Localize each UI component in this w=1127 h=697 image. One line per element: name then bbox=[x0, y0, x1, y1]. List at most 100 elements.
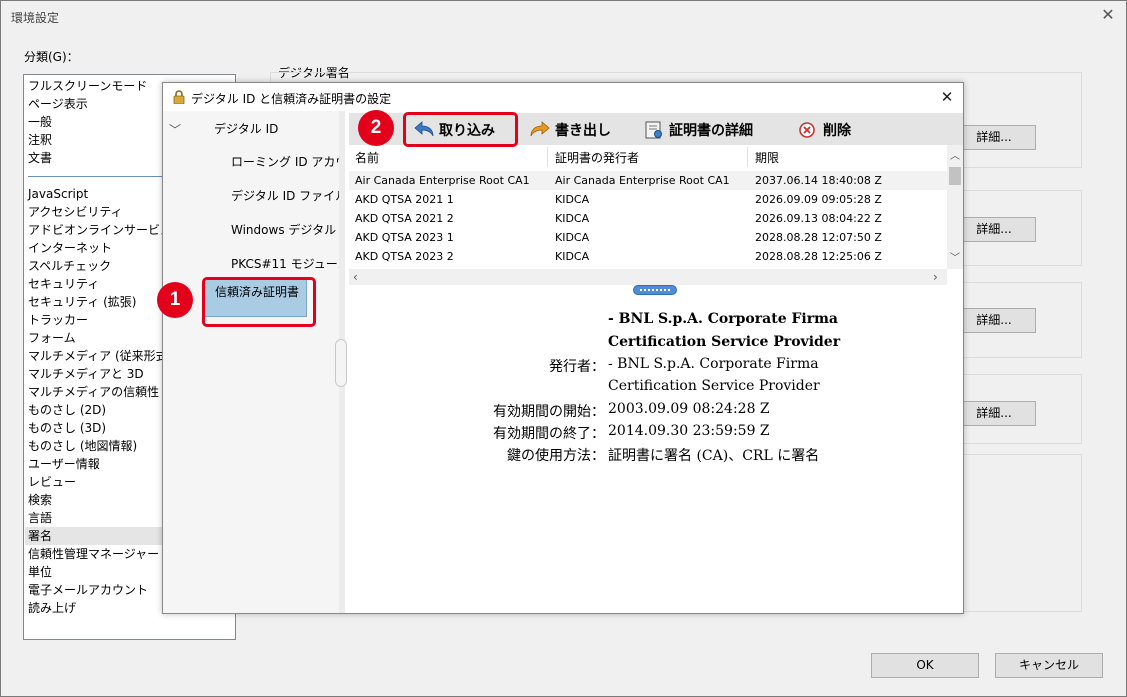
splitter-grip-dots bbox=[640, 289, 670, 291]
ok-button[interactable]: OK bbox=[871, 653, 979, 678]
close-icon[interactable]: ✕ bbox=[937, 87, 957, 107]
window-title: 環境設定 bbox=[11, 11, 60, 25]
detail-button[interactable]: 詳細... bbox=[952, 217, 1036, 242]
close-icon[interactable]: ✕ bbox=[1098, 5, 1118, 25]
table-row[interactable]: AKD QTSA 2023 2 KIDCA 2028.08.28 12:25:06 … bbox=[349, 247, 947, 266]
dialog-titlebar: デジタル ID と信頼済み証明書の設定 ✕ bbox=[163, 83, 963, 111]
table-row[interactable]: AKD QTSA 2023 1 KIDCA 2028.08.28 12:07:50 … bbox=[349, 228, 947, 247]
subject-line-1: - BNL S.p.A. Corporate Firma bbox=[608, 311, 838, 327]
callout-2: 2 bbox=[358, 110, 394, 146]
table-cell: KIDCA bbox=[555, 250, 590, 263]
scroll-down-icon[interactable]: ﹀ bbox=[950, 249, 960, 264]
category-item[interactable]: 信頼性管理マネージャー bbox=[28, 545, 159, 563]
category-item[interactable]: 電子メールアカウント bbox=[28, 581, 148, 599]
id-tree: ﹀ デジタル ID ローミング ID アカウン デジタル ID ファイル Win… bbox=[163, 111, 339, 613]
category-label: 分類(G)： bbox=[24, 50, 79, 64]
table-cell: AKD QTSA 2021 2 bbox=[355, 212, 454, 225]
table-cell: KIDCA bbox=[555, 193, 590, 206]
tree-item-digital-id-file[interactable]: デジタル ID ファイル bbox=[231, 187, 339, 204]
category-item[interactable]: ものさし (2D) bbox=[28, 401, 106, 419]
certificate-details-label: 証明書の詳細 bbox=[669, 123, 753, 139]
lock-icon bbox=[173, 90, 185, 104]
tree-item-roaming-id[interactable]: ローミング ID アカウン bbox=[231, 153, 339, 170]
certificate-icon bbox=[645, 121, 662, 139]
valid-to-key: 有効期間の終了： bbox=[493, 426, 605, 442]
valid-from-value: 2003.09.09 08:24:28 Z bbox=[608, 401, 770, 417]
category-item[interactable]: 読み上げ bbox=[28, 599, 76, 617]
table-row[interactable]: AKD QTSA 2021 2 KIDCA 2026.09.13 08:04:22 … bbox=[349, 209, 947, 228]
detail-button[interactable]: 詳細... bbox=[952, 125, 1036, 150]
category-item[interactable]: マルチメディア (従来形式) bbox=[28, 347, 172, 365]
tree-item-windows-digital-id[interactable]: Windows デジタル II bbox=[231, 221, 339, 238]
category-item[interactable]: 文書 bbox=[28, 149, 52, 167]
category-item[interactable]: 注釈 bbox=[28, 131, 52, 149]
key-usage-value: 証明書に署名 (CA)、CRL に署名 bbox=[608, 448, 820, 464]
table-cell: KIDCA bbox=[555, 231, 590, 244]
chevron-down-icon[interactable]: ﹀ bbox=[169, 121, 181, 138]
category-item[interactable]: 言語 bbox=[28, 509, 52, 527]
column-header-name[interactable]: 名前 bbox=[355, 149, 379, 167]
category-item[interactable]: ものさし (3D) bbox=[28, 419, 106, 437]
key-usage-key: 鍵の使用方法： bbox=[507, 448, 605, 464]
scroll-right-icon[interactable]: › bbox=[933, 270, 938, 284]
category-item[interactable]: フォーム bbox=[28, 329, 76, 347]
delete-button[interactable]: 削除 bbox=[797, 117, 851, 143]
scroll-up-icon[interactable]: ︿ bbox=[950, 147, 960, 162]
category-item[interactable]: インターネット bbox=[28, 239, 112, 257]
tree-item-digital-id[interactable]: デジタル ID bbox=[214, 120, 278, 137]
column-separator[interactable] bbox=[747, 147, 748, 167]
category-item[interactable]: 単位 bbox=[28, 563, 52, 581]
table-row[interactable]: Air Canada Enterprise Root CA1 Air Canada… bbox=[349, 171, 947, 190]
table-cell: 2037.06.14 18:40:08 Z bbox=[755, 174, 882, 187]
delete-icon bbox=[799, 122, 815, 138]
category-item[interactable]: アクセシビリティ bbox=[28, 203, 123, 221]
vertical-scrollbar[interactable]: ︿ ﹀ bbox=[947, 145, 963, 269]
table-row[interactable]: AKD QTSA 2021 1 KIDCA 2026.09.09 09:05:28 … bbox=[349, 190, 947, 209]
delete-label: 削除 bbox=[823, 123, 851, 139]
table-cell: 2028.08.28 12:07:50 Z bbox=[755, 231, 882, 244]
category-item[interactable]: マルチメディアの信頼性 (従 bbox=[28, 383, 180, 401]
column-separator[interactable] bbox=[547, 147, 548, 167]
category-item[interactable]: ユーザー情報 bbox=[28, 455, 100, 473]
table-cell: 2026.09.09 09:05:28 Z bbox=[755, 193, 882, 206]
category-item[interactable]: ものさし (地図情報) bbox=[28, 437, 137, 455]
column-header-issuer[interactable]: 証明書の発行者 bbox=[555, 149, 639, 167]
certificate-table: 名前 証明書の発行者 期限 Air Canada Enterprise Root… bbox=[349, 145, 963, 285]
scrollbar-thumb[interactable] bbox=[949, 167, 961, 185]
detail-button[interactable]: 詳細... bbox=[952, 308, 1036, 333]
category-item[interactable]: アドビオンラインサービス bbox=[28, 221, 172, 239]
horizontal-scrollbar[interactable]: ‹ › bbox=[349, 269, 947, 285]
detail-button[interactable]: 詳細... bbox=[952, 401, 1036, 426]
category-item[interactable]: セキュリティ bbox=[28, 275, 99, 293]
category-item[interactable]: JavaScript bbox=[28, 185, 88, 203]
category-item[interactable]: 検索 bbox=[28, 491, 52, 509]
category-item[interactable]: マルチメディアと 3D bbox=[28, 365, 144, 383]
table-cell: Air Canada Enterprise Root CA1 bbox=[355, 174, 530, 187]
table-cell: AKD QTSA 2023 1 bbox=[355, 231, 454, 244]
category-item[interactable]: フルスクリーンモード bbox=[28, 77, 147, 95]
digital-id-dialog: デジタル ID と信頼済み証明書の設定 ✕ ﹀ デジタル ID ローミング ID… bbox=[162, 82, 964, 614]
callout-1: 1 bbox=[157, 282, 193, 318]
category-item[interactable]: トラッカー bbox=[28, 311, 88, 329]
scroll-left-icon[interactable]: ‹ bbox=[353, 270, 358, 284]
category-item[interactable]: 一般 bbox=[28, 113, 52, 131]
certificate-details-button[interactable]: 証明書の詳細 bbox=[643, 117, 753, 143]
category-item[interactable]: レビュー bbox=[28, 473, 76, 491]
horizontal-splitter[interactable] bbox=[633, 285, 677, 295]
table-cell: 2026.09.13 08:04:22 Z bbox=[755, 212, 882, 225]
export-label: 書き出し bbox=[555, 123, 611, 139]
certificate-detail-panel: - BNL S.p.A. Corporate Firma Certificati… bbox=[349, 295, 963, 613]
category-item[interactable]: スペルチェック bbox=[28, 257, 111, 275]
category-item[interactable]: ページ表示 bbox=[28, 95, 88, 113]
category-item[interactable]: セキュリティ (拡張) bbox=[28, 293, 136, 311]
export-button[interactable]: 書き出し bbox=[529, 117, 611, 143]
issuer-line-2: Certification Service Provider bbox=[608, 378, 820, 394]
table-cell: Air Canada Enterprise Root CA1 bbox=[555, 174, 730, 187]
cancel-button[interactable]: キャンセル bbox=[995, 653, 1103, 678]
table-cell: 2028.08.28 12:25:06 Z bbox=[755, 250, 882, 263]
table-cell: KIDCA bbox=[555, 212, 590, 225]
subject-line-2: Certification Service Provider bbox=[608, 334, 841, 350]
tree-item-pkcs11[interactable]: PKCS#11 モジュール bbox=[231, 255, 339, 272]
export-arrow-icon bbox=[530, 121, 550, 137]
column-header-expiry[interactable]: 期限 bbox=[755, 149, 779, 167]
